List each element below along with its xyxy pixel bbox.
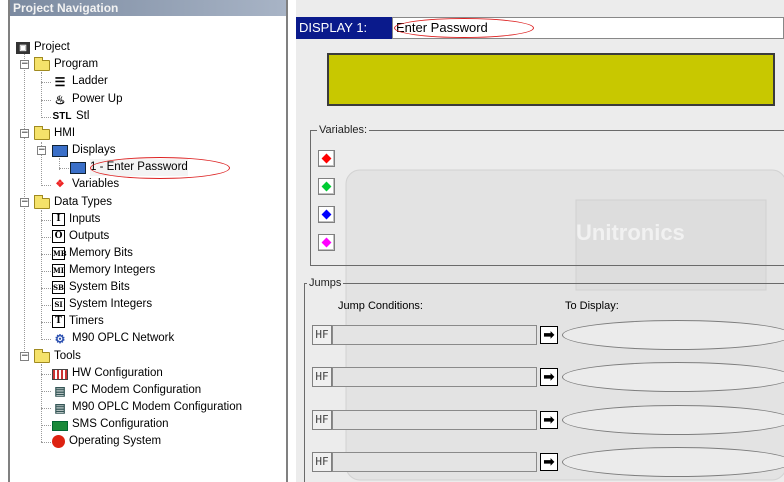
display-number-label: DISPLAY 1: — [296, 17, 392, 39]
collapse-program-toggle[interactable]: − — [20, 60, 29, 69]
variables-legend: Variables: — [319, 124, 368, 136]
os-icon — [52, 435, 65, 448]
red-diamond-icon — [321, 153, 332, 164]
tree-item-pc-modem-configuration[interactable]: ▤ PC Modem Configuration — [52, 382, 201, 399]
arrow-right-icon[interactable]: ➡ — [540, 411, 558, 429]
target-display-field[interactable] — [562, 362, 784, 392]
target-display-field[interactable] — [562, 405, 784, 435]
tree-item-power-up[interactable]: ♨ Power Up — [52, 91, 123, 108]
hw-config-icon — [52, 369, 68, 380]
jumps-legend: Jumps — [309, 277, 342, 289]
tree-item-variables[interactable]: ❖ Variables — [52, 176, 120, 193]
jump-condition-field[interactable] — [332, 325, 537, 345]
folder-icon — [34, 57, 50, 71]
highlight-ellipse — [394, 18, 534, 38]
tree-item-memory-bits[interactable]: MB Memory Bits — [52, 245, 133, 262]
timers-icon: T — [52, 315, 65, 328]
magenta-diamond-icon — [321, 237, 332, 248]
tree-item-m90-oplc-modem-configuration[interactable]: ▤ M90 OPLC Modem Configuration — [52, 399, 242, 416]
tree-item-ladder[interactable]: ☰ Ladder — [52, 73, 108, 90]
tree-item-stl[interactable]: STL Stl — [52, 108, 90, 125]
tree-item-data-types[interactable]: Data Types — [34, 194, 112, 211]
tree-item-program[interactable]: Program — [34, 56, 98, 73]
tree-item-hw-configuration[interactable]: HW Configuration — [52, 365, 163, 382]
tree-item-tools[interactable]: Tools — [34, 348, 81, 365]
jump-condition-button[interactable]: HF — [312, 452, 332, 472]
system-integers-icon: SI — [52, 298, 65, 311]
modem-icon: ▤ — [54, 400, 66, 415]
variable-slot-2[interactable] — [318, 178, 335, 195]
jump-condition-button[interactable]: HF — [312, 367, 332, 387]
stl-icon: STL — [52, 110, 72, 122]
arrow-right-icon[interactable]: ➡ — [540, 453, 558, 471]
collapse-displays-toggle[interactable]: − — [37, 146, 46, 155]
lcd-screen-preview[interactable] — [327, 53, 775, 106]
tree-item-timers[interactable]: T Timers — [52, 313, 104, 330]
tree-item-memory-integers[interactable]: MI Memory Integers — [52, 262, 155, 279]
target-display-field[interactable] — [562, 447, 784, 477]
collapse-tools-toggle[interactable]: − — [20, 352, 29, 361]
collapse-hmi-toggle[interactable]: − — [20, 129, 29, 138]
jump-condition-button[interactable]: HF — [312, 325, 332, 345]
variables-group: Variables: — [310, 124, 784, 266]
memory-integers-icon: MI — [52, 264, 65, 277]
collapse-data-types-toggle[interactable]: − — [20, 198, 29, 207]
system-bits-icon: SB — [52, 281, 65, 294]
blue-diamond-icon — [321, 209, 332, 220]
display-icon — [70, 161, 86, 174]
variable-slot-1[interactable] — [318, 150, 335, 167]
ladder-icon: ☰ — [54, 74, 66, 89]
jump-conditions-header: Jump Conditions: — [338, 300, 423, 312]
to-display-header: To Display: — [565, 300, 619, 312]
arrow-right-icon[interactable]: ➡ — [540, 326, 558, 344]
tree-item-operating-system[interactable]: Operating System — [52, 433, 161, 450]
green-diamond-icon — [321, 181, 332, 192]
display-header: DISPLAY 1: Enter Password — [296, 17, 784, 39]
tree-item-system-integers[interactable]: SI System Integers — [52, 296, 152, 313]
variable-slot-3[interactable] — [318, 206, 335, 223]
folder-icon — [34, 349, 50, 363]
variables-icon: ❖ — [55, 178, 65, 190]
panel-title: Project Navigation — [10, 0, 286, 16]
tree-item-displays[interactable]: Displays — [52, 142, 115, 159]
outputs-icon: O — [52, 230, 65, 243]
tree-item-hmi[interactable]: HMI — [34, 125, 75, 142]
project-icon: ▣ — [16, 41, 30, 54]
sms-icon — [52, 420, 68, 431]
tree-item-inputs[interactable]: I Inputs — [52, 211, 100, 228]
power-up-icon: ♨ — [54, 92, 66, 107]
folder-icon — [34, 195, 50, 209]
memory-bits-icon: MB — [52, 247, 67, 260]
variable-slot-4[interactable] — [318, 234, 335, 251]
displays-icon — [52, 144, 68, 157]
jump-condition-field[interactable] — [332, 452, 537, 472]
tree-item-project[interactable]: ▣ Project — [16, 39, 70, 56]
folder-icon — [34, 126, 50, 140]
tree-item-m90-oplc-network[interactable]: ⚙ M90 OPLC Network — [52, 330, 175, 347]
project-navigation-panel: Project Navigation ▣ Project − Program ☰… — [8, 0, 288, 482]
modem-icon: ▤ — [54, 383, 66, 398]
display-editor-panel: Unitronics DISPLAY 1: Enter Password Var… — [296, 0, 784, 482]
arrow-right-icon[interactable]: ➡ — [540, 368, 558, 386]
tree-item-outputs[interactable]: O Outputs — [52, 228, 109, 245]
network-icon: ⚙ — [54, 331, 66, 346]
jump-condition-button[interactable]: HF — [312, 410, 332, 430]
target-display-field[interactable] — [562, 320, 784, 350]
inputs-icon: I — [52, 213, 65, 226]
tree-item-system-bits[interactable]: SB System Bits — [52, 279, 130, 296]
jump-condition-field[interactable] — [332, 410, 537, 430]
tree-item-sms-configuration[interactable]: SMS Configuration — [52, 416, 169, 433]
jump-condition-field[interactable] — [332, 367, 537, 387]
